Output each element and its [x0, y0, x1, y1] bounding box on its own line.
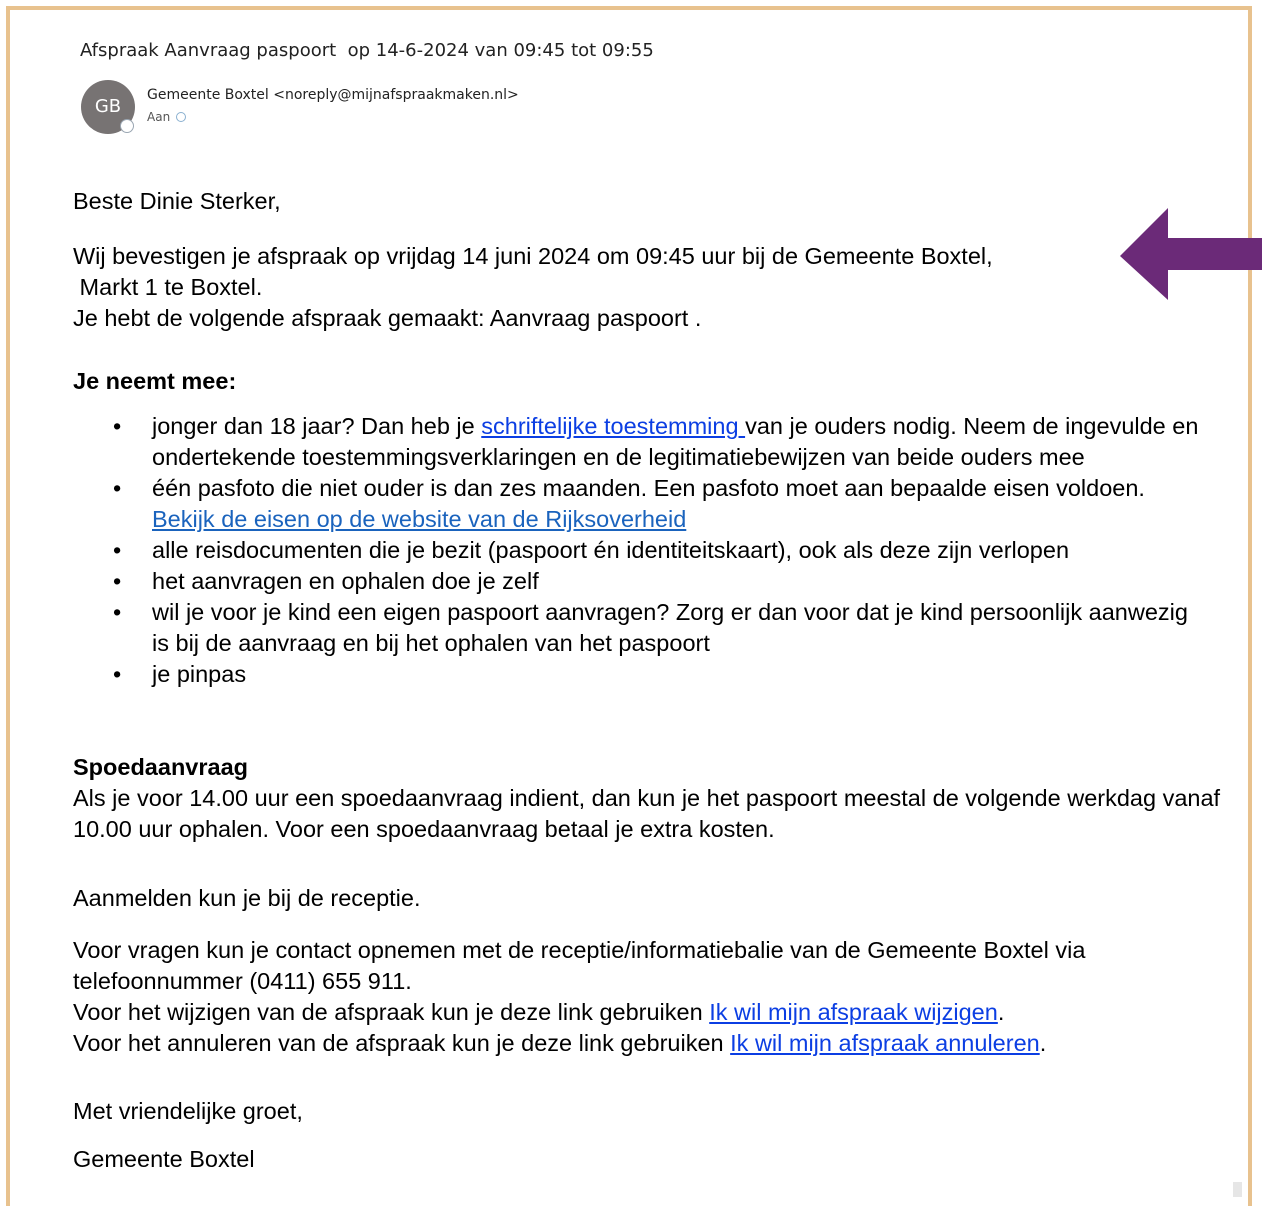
- consent-link[interactable]: schriftelijke toestemming: [481, 413, 745, 439]
- bring-heading: Je neemt mee:: [73, 368, 237, 394]
- spoed-section: Spoedaanvraag Als je voor 14.00 uur een …: [73, 752, 1233, 845]
- recipient-line: Aan: [147, 110, 187, 124]
- spoed-heading: Spoedaanvraag: [73, 754, 249, 780]
- change-line: Voor het wijzigen van de afspraak kun je…: [73, 999, 1005, 1025]
- list-item: • je pinpas: [113, 659, 1203, 690]
- email-subject: Afspraak Aanvraag paspoort op 14-6-2024 …: [80, 40, 654, 61]
- bullet: •: [113, 413, 122, 439]
- recipient-circle-icon[interactable]: [176, 112, 187, 122]
- signature: Gemeente Boxtel: [73, 1146, 255, 1172]
- sender-address[interactable]: Gemeente Boxtel <noreply@mijnafspraakmak…: [147, 87, 519, 103]
- bullet: •: [113, 537, 122, 563]
- bullet: •: [113, 475, 122, 501]
- questions-text: Voor vragen kun je contact opnemen met d…: [73, 937, 1086, 994]
- change-appointment-link[interactable]: Ik wil mijn afspraak wijzigen: [709, 999, 998, 1025]
- reception-text: Aanmelden kun je bij de receptie.: [73, 885, 421, 911]
- list-item: • wil je voor je kind een eigen paspoort…: [113, 599, 1188, 656]
- photo-requirements-link[interactable]: Bekijk de eisen op de website van de Rij…: [152, 506, 686, 532]
- confirmation-line-1: Wij bevestigen je afspraak op vrijdag 14…: [73, 243, 993, 269]
- confirmation-paragraph: Wij bevestigen je afspraak op vrijdag 14…: [73, 241, 1233, 334]
- presence-status-icon: [120, 119, 134, 133]
- greeting: Beste Dinie Sterker,: [73, 188, 281, 214]
- list-item: • één pasfoto die niet ouder is dan zes …: [113, 475, 1145, 532]
- spoed-text: Als je voor 14.00 uur een spoedaanvraag …: [73, 785, 1221, 842]
- list-item: • alle reisdocumenten die je bezit (pasp…: [113, 535, 1203, 566]
- cancel-line: Voor het annuleren van de afspraak kun j…: [73, 1030, 1047, 1056]
- bring-list: • jonger dan 18 jaar? Dan heb je schrift…: [113, 411, 1203, 690]
- bullet: •: [113, 661, 122, 687]
- list-item: • het aanvragen en ophalen doe je zelf: [113, 566, 1203, 597]
- closing: Met vriendelijke groet,: [73, 1098, 303, 1124]
- list-item: • jonger dan 18 jaar? Dan heb je schrift…: [113, 413, 1199, 470]
- scrollbar[interactable]: [1233, 1182, 1242, 1197]
- bullet: •: [113, 568, 122, 594]
- contact-section: Voor vragen kun je contact opnemen met d…: [73, 935, 1233, 1059]
- bullet: •: [113, 599, 122, 625]
- left-arrow-icon: [1120, 208, 1262, 300]
- confirmation-line-3: Je hebt de volgende afspraak gemaakt: Aa…: [73, 305, 702, 331]
- confirmation-line-2: Markt 1 te Boxtel.: [73, 274, 263, 300]
- to-label: Aan: [147, 110, 171, 124]
- cancel-appointment-link[interactable]: Ik wil mijn afspraak annuleren: [730, 1030, 1040, 1056]
